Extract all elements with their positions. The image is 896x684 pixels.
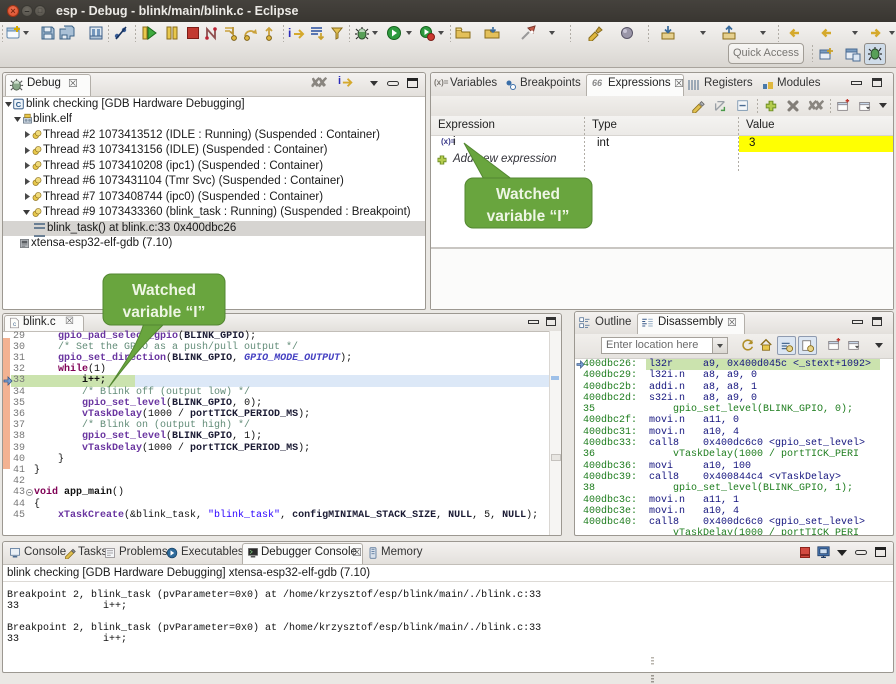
svg-text:variable “I”: variable “I”: [487, 208, 570, 225]
svg-text:C: C: [16, 100, 22, 109]
svg-text:Watched: Watched: [496, 186, 560, 203]
svg-text:Watched: Watched: [132, 282, 196, 299]
svg-text:c: c: [13, 321, 16, 328]
svg-text:variable “I”: variable “I”: [123, 304, 206, 321]
